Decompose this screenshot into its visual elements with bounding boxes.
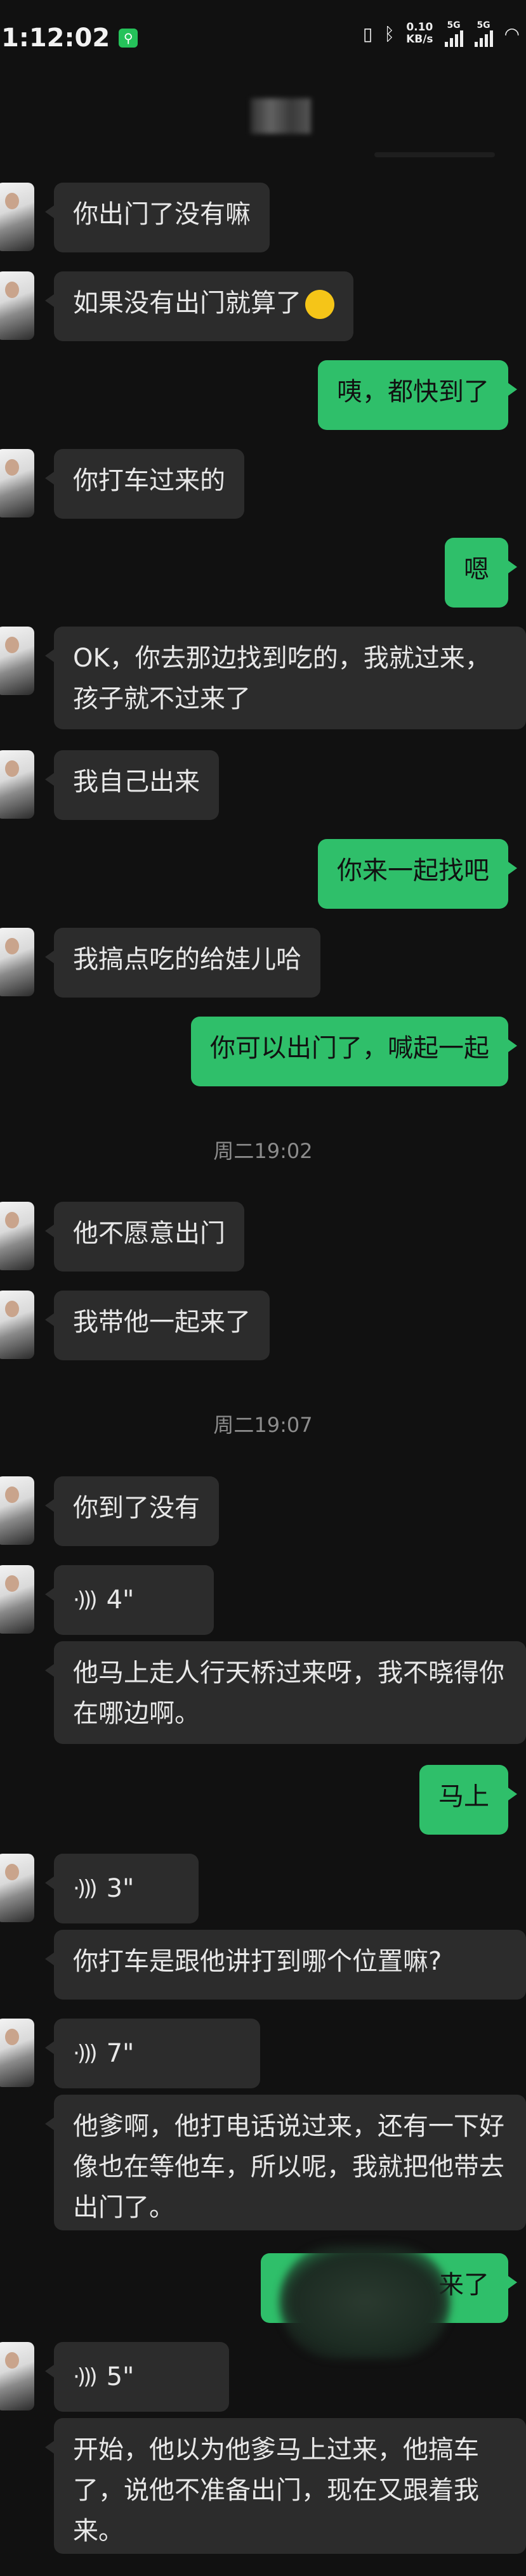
message-text: 嗯 — [464, 555, 489, 584]
avatar[interactable] — [0, 627, 34, 695]
status-icons: ▯ ᛒ 0.10 KB/s 5G 5G ◠ — [363, 20, 520, 47]
signal-label: 5G — [477, 20, 490, 30]
status-time: 1:12:02 — [1, 23, 110, 53]
vibrate-icon: ▯ — [362, 23, 373, 44]
message-text: 他马上走人行天桥过来呀，我不晓得你在哪边啊。 — [73, 1658, 504, 1728]
voice-duration: 4" — [106, 1585, 135, 1615]
sound-wave-icon: ·))) — [73, 2364, 98, 2390]
voice-message[interactable]: ·))) 4" — [45, 1565, 214, 1635]
avatar[interactable] — [0, 2019, 34, 2087]
avatar[interactable] — [0, 1565, 34, 1634]
voice-duration: 7" — [106, 2039, 135, 2068]
message-text: 你出门了没有嘛 — [73, 200, 251, 229]
message-bubble[interactable]: 如果没有出门就算了 — [45, 271, 353, 341]
message-bubble[interactable]: 他不愿意出门 — [45, 1202, 244, 1272]
message-bubble[interactable]: 马上 — [419, 1765, 517, 1835]
status-bar: 1:12:02 ⚲ ▯ ᛒ 0.10 KB/s 5G 5G ◠ — [0, 0, 526, 76]
avatar[interactable] — [0, 750, 34, 819]
message-text: 你来一起找吧 — [337, 856, 489, 885]
sound-wave-icon: ·))) — [73, 2041, 98, 2066]
message-bubble[interactable]: 你来一起找吧 — [318, 839, 517, 909]
thinking-face-icon — [305, 290, 334, 319]
message-bubble[interactable]: 你到了没有 — [45, 1476, 219, 1546]
voice-message[interactable]: ·))) 7" — [45, 2019, 260, 2088]
message-text: 他不愿意出门 — [73, 1219, 225, 1248]
message-text: 我自己出来 — [73, 767, 200, 797]
avatar[interactable] — [0, 183, 34, 251]
message-bubble[interactable]: 我搞点吃的给娃儿哈 — [45, 928, 320, 998]
time-divider: 周二19:02 — [213, 1139, 313, 1163]
avatar[interactable] — [0, 1476, 34, 1545]
avatar[interactable] — [0, 1202, 34, 1270]
speed-unit: KB/s — [406, 33, 433, 46]
message-text: 你打车过来的 — [73, 466, 225, 495]
app-notification-icon: ⚲ — [119, 29, 138, 48]
avatar[interactable] — [0, 449, 34, 517]
signal-icon: 5G — [474, 20, 493, 47]
message-bubble[interactable]: 他爹啊，他打电话说过来，还有一下好像也在等他车，所以呢，我就把他带去出门了。 — [45, 2095, 526, 2230]
signal-label: 5G — [447, 20, 461, 30]
message-bubble[interactable]: 我自己出来 — [45, 750, 219, 820]
message-bubble[interactable]: 他马上走人行天桥过来呀，我不晓得你在哪边啊。 — [45, 1641, 526, 1744]
sound-wave-icon: ·))) — [73, 1876, 98, 1901]
voice-message[interactable]: ·))) 3" — [45, 1854, 199, 1923]
network-speed: 0.10 KB/s — [406, 22, 433, 46]
message-bubble[interactable]: 我带他一起来了 — [45, 1291, 270, 1360]
wifi-icon: ◠ — [504, 23, 520, 44]
header-divider — [374, 152, 495, 157]
message-text: 我带他一起来了 — [73, 1308, 251, 1337]
message-text: 马上 — [438, 1782, 489, 1811]
signal-icon: 5G — [444, 20, 463, 47]
bluetooth-icon: ᛒ — [384, 23, 395, 44]
sound-wave-icon: ·))) — [73, 1587, 98, 1613]
message-text: 你可以出门了，喊起一起 — [210, 1034, 489, 1063]
voice-message[interactable]: ·))) 5" — [45, 2342, 229, 2412]
message-bubble[interactable]: 嗯 — [445, 538, 517, 608]
voice-duration: 3" — [106, 1874, 135, 1903]
message-text: 我搞点吃的给娃儿哈 — [73, 945, 301, 974]
message-bubble[interactable]: 你出门了没有嘛 — [45, 183, 270, 252]
contact-name-redacted — [251, 98, 311, 134]
message-text: 开始，他以为他爹马上过来，他搞车了，说他不准备出门，现在又跟着我来。 — [73, 2435, 479, 2546]
message-text: OK，你去那边找到吃的，我就过来，孩子就不过来了 — [73, 644, 490, 713]
message-text: 你到了没有 — [73, 1493, 200, 1523]
time-divider: 周二19:07 — [213, 1413, 313, 1437]
message-bubble[interactable]: 开始，他以为他爹马上过来，他搞车了，说他不准备出门，现在又跟着我来。 — [45, 2418, 526, 2554]
message-bubble[interactable]: OK，你去那边找到吃的，我就过来，孩子就不过来了 — [45, 627, 526, 729]
message-bubble[interactable]: 你可以出门了，喊起一起 — [191, 1017, 517, 1086]
message-text: 你打车是跟他讲打到哪个位置嘛? — [73, 1947, 442, 1976]
avatar[interactable] — [0, 2342, 34, 2410]
message-text: 如果没有出门就算了 — [73, 289, 301, 318]
message-bubble[interactable]: 你打车过来的 — [45, 449, 244, 519]
avatar[interactable] — [0, 271, 34, 340]
speed-value: 0.10 — [406, 21, 433, 34]
avatar[interactable] — [0, 1291, 34, 1359]
message-text: 他爹啊，他打电话说过来，还有一下好像也在等他车，所以呢，我就把他带去出门了。 — [73, 2112, 504, 2222]
avatar[interactable] — [0, 1854, 34, 1922]
message-text: 咦，都快到了 — [337, 377, 489, 407]
voice-duration: 5" — [106, 2362, 135, 2391]
message-bubble[interactable]: 咦，都快到了 — [318, 360, 517, 430]
redacted-area — [279, 2245, 450, 2359]
message-bubble[interactable]: 你打车是跟他讲打到哪个位置嘛? — [45, 1930, 526, 2000]
avatar[interactable] — [0, 928, 34, 996]
